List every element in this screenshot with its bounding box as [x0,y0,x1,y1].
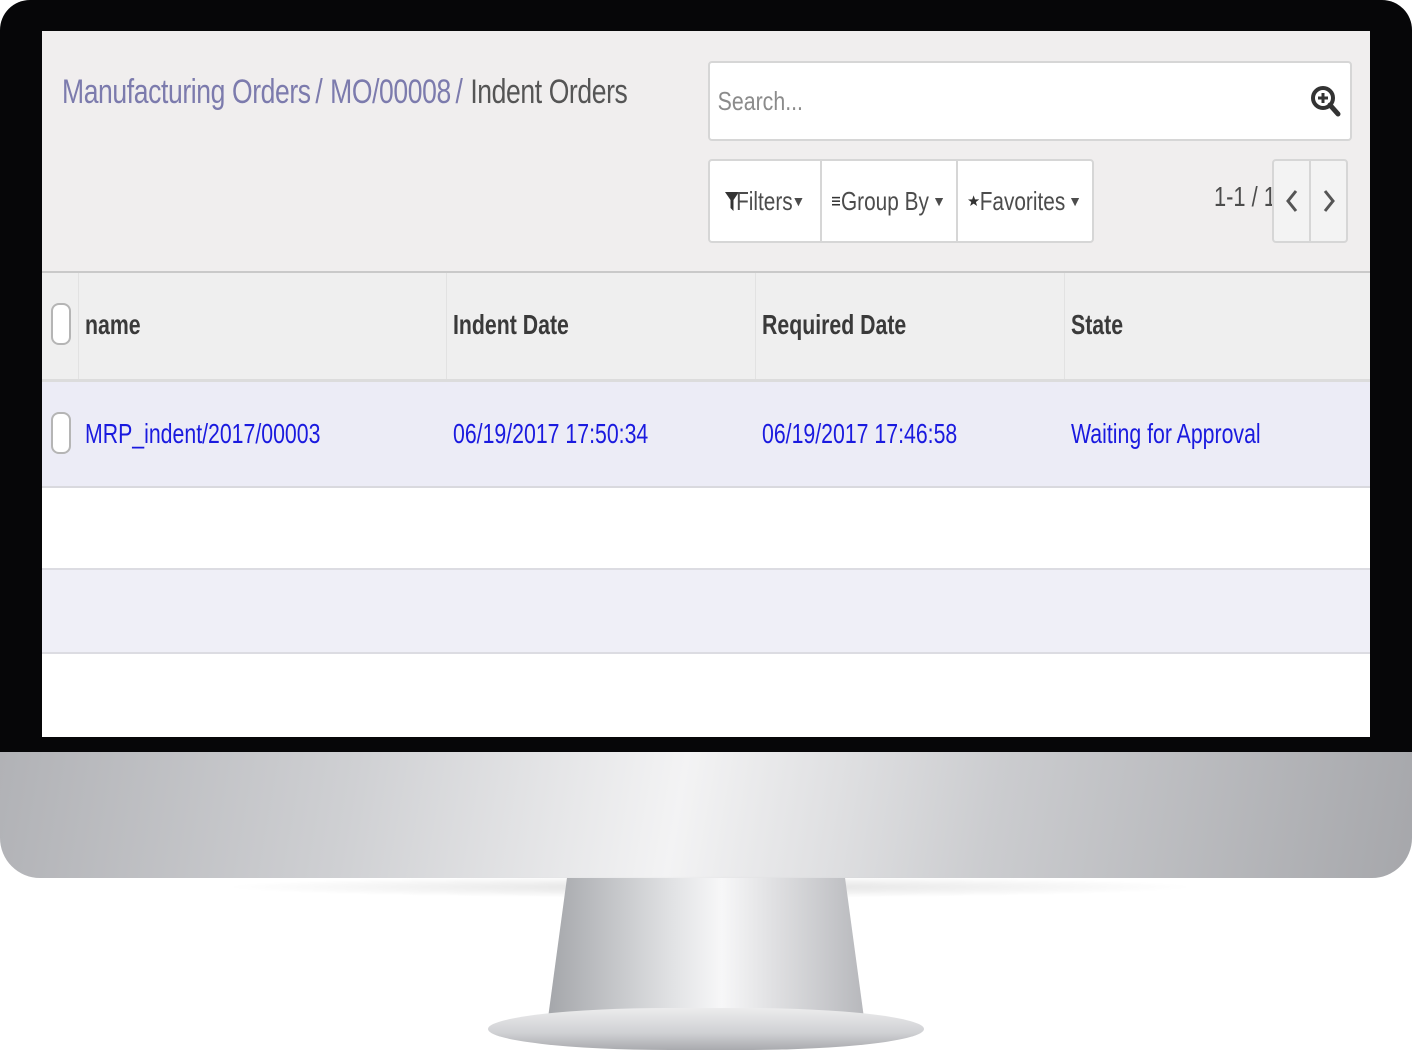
list-icon [832,196,841,206]
app-screen: Manufacturing Orders / MO/00008/Indent Ord… [42,31,1370,737]
cell-required-date[interactable]: 06/19/2017 17:46:58 [762,418,957,450]
pager-value[interactable]: 1-1 / 1 [1214,181,1276,213]
monitor-stand-neck [548,878,864,1018]
group-by-button[interactable]: Group By ▼ [822,161,958,241]
column-divider [755,273,756,379]
row-checkbox[interactable] [51,412,71,454]
filters-label: Filters [735,185,793,216]
monitor-chin [0,752,1412,878]
filters-button[interactable]: Filters ▼ [710,161,822,241]
column-header-indent-date[interactable]: Indent Date [453,309,569,341]
empty-row [42,570,1370,654]
page-title: Indent Orders [470,73,628,111]
caret-down-icon: ▼ [791,193,806,209]
chevron-right-icon [1323,190,1335,212]
table-row[interactable]: MRP_indent/2017/00003 06/19/2017 17:50:3… [42,382,1370,488]
column-header-state[interactable]: State [1071,309,1123,341]
chevron-left-icon [1285,190,1297,212]
column-divider [446,273,447,379]
breadcrumb-manufacturing-orders[interactable]: Manufacturing Orders [62,73,311,111]
cell-name[interactable]: MRP_indent/2017/00003 [85,418,320,450]
breadcrumb-separator: / [315,73,323,111]
empty-row [42,488,1370,570]
search-box [708,61,1352,141]
favorites-label: Favorites [979,185,1066,216]
breadcrumb-separator: / [455,73,463,111]
breadcrumb: Manufacturing Orders / MO/00008/Indent Ord… [62,73,628,112]
column-divider [78,273,79,379]
empty-row [42,654,1370,737]
cell-state[interactable]: Waiting for Approval [1071,418,1261,450]
favorites-button[interactable]: Favorites ▼ [958,161,1092,241]
column-header-name[interactable]: name [85,309,141,341]
cell-indent-date[interactable]: 06/19/2017 17:50:34 [453,418,648,450]
search-options: Filters ▼ Group By ▼ Favorites ▼ [708,159,1094,243]
pager-previous-button[interactable] [1274,161,1309,241]
search-icon[interactable] [1306,81,1346,121]
column-divider [1064,273,1065,379]
star-icon [968,195,980,206]
table-header: name Indent Date Required Date State [42,273,1370,382]
monitor-stand-base [488,1008,924,1050]
pager-next-button[interactable] [1309,161,1346,241]
pager-nav [1272,159,1348,243]
caret-down-icon: ▼ [1068,193,1082,209]
column-header-required-date[interactable]: Required Date [762,309,906,341]
group-by-label: Group By [841,185,930,216]
caret-down-icon: ▼ [932,193,946,209]
search-input[interactable] [716,79,1179,123]
select-all-checkbox[interactable] [51,303,71,345]
control-panel: Manufacturing Orders / MO/00008/Indent Ord… [42,31,1370,273]
breadcrumb-mo[interactable]: MO/00008 [330,73,451,111]
